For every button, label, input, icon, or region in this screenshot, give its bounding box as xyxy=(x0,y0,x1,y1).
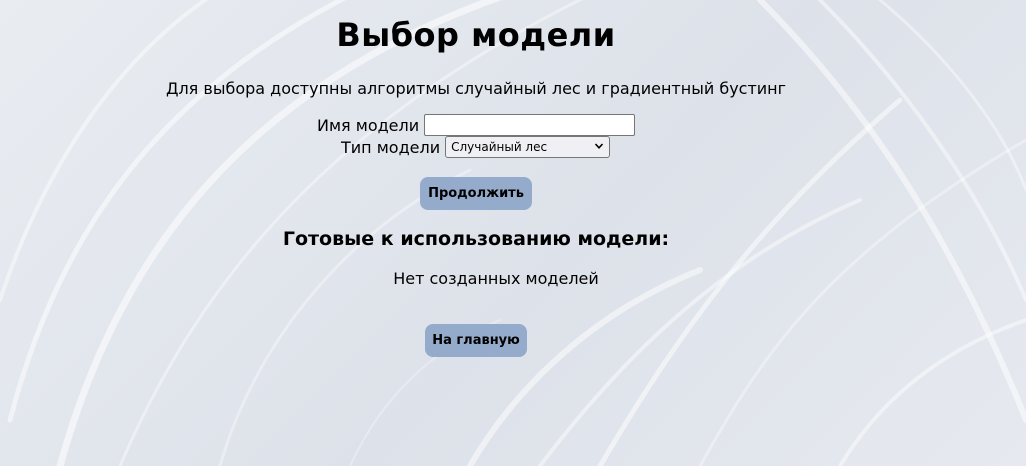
no-models-message: Нет созданных моделей xyxy=(393,269,599,288)
model-name-label: Имя модели xyxy=(317,115,420,135)
model-type-row: Тип модели Случайный лес xyxy=(341,136,611,158)
model-type-select[interactable]: Случайный лес xyxy=(445,136,611,158)
model-type-label: Тип модели xyxy=(341,137,441,157)
chevron-down-icon xyxy=(595,143,604,149)
home-button[interactable]: На главную xyxy=(425,324,527,357)
page-title: Выбор модели xyxy=(336,16,616,54)
model-name-input[interactable] xyxy=(424,114,636,136)
continue-button[interactable]: Продолжить xyxy=(420,177,532,210)
ready-models-heading: Готовые к использованию модели: xyxy=(282,228,670,250)
page-subtitle: Для выбора доступны алгоритмы случайный … xyxy=(165,79,787,98)
model-name-row: Имя модели xyxy=(317,114,636,136)
model-type-selected-value: Случайный лес xyxy=(451,140,548,154)
page-content: Выбор модели Для выбора доступны алгорит… xyxy=(0,0,1026,466)
